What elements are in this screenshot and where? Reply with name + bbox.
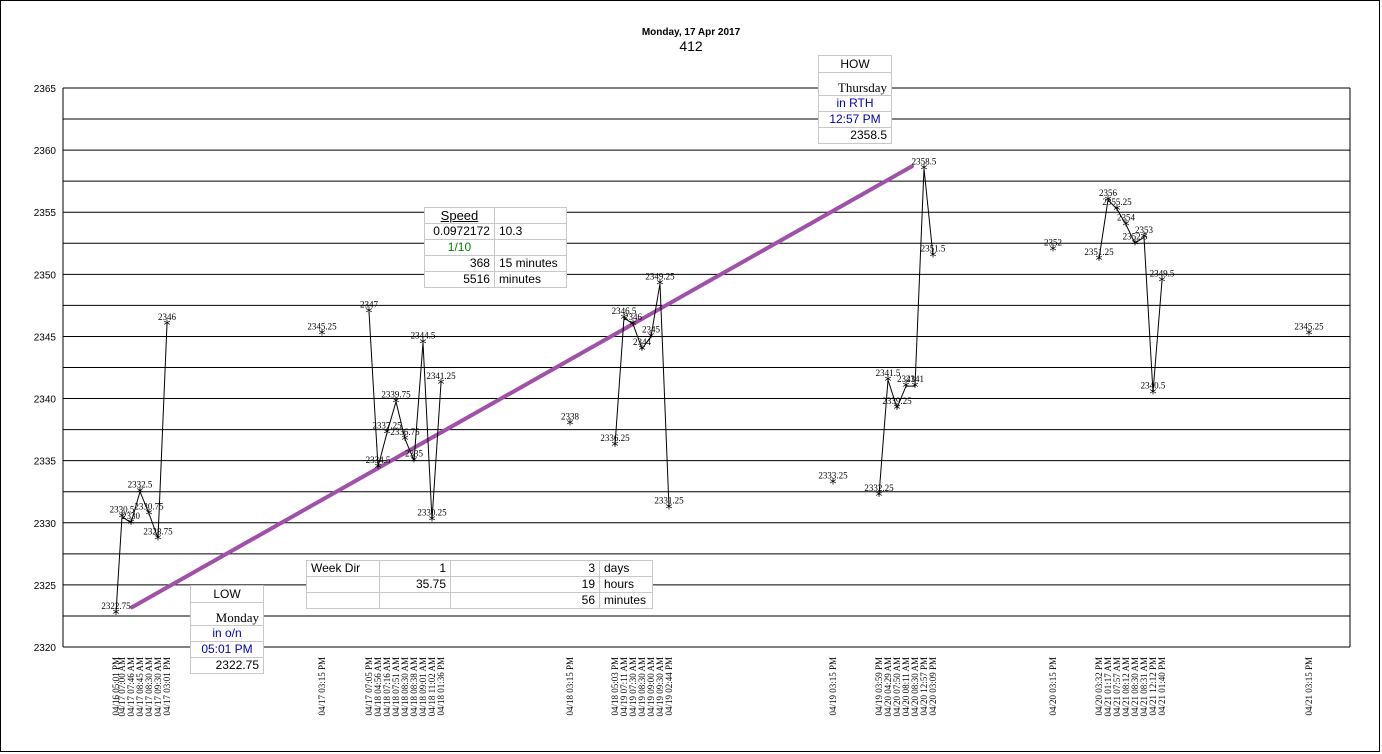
data-label: 2340.5 (1141, 380, 1166, 390)
data-label: 2336.75 (390, 427, 420, 437)
speed-15min-label: 15 minutes (493, 255, 568, 272)
week-minutes-value: 56 (450, 592, 600, 609)
data-label: 2351.5 (921, 244, 946, 254)
data-label: 2358.5 (912, 157, 937, 167)
speed-15min-count: 368 (424, 255, 495, 272)
speed-box: Speed 0.0972172 10.3 1/10 368 15 minutes… (424, 207, 568, 288)
data-label: 2328.75 (143, 526, 173, 536)
y-tick-label: 2360 (34, 146, 57, 157)
speed-title: Speed (424, 207, 495, 224)
week-days-label: days (599, 560, 653, 577)
x-tick-label: 04/21 03:15 PM (1304, 657, 1314, 716)
data-label: 2336.25 (600, 433, 630, 443)
speed-minutes-label: minutes (493, 271, 568, 288)
week-days-value: 3 (450, 560, 600, 577)
high-day: Thursday (818, 72, 892, 96)
x-tick-label: 04/20 03:15 PM (1048, 657, 1058, 716)
data-label: 2331.25 (654, 495, 684, 505)
week-minutes-label: minutes (599, 592, 653, 609)
data-label: 2349.5 (1150, 269, 1175, 279)
series-line (368, 311, 442, 520)
data-label: 2341.25 (426, 371, 456, 381)
x-tick-label: 04/19 03:15 PM (828, 657, 838, 716)
week-hours-label: hours (599, 576, 653, 593)
high-label: HOW (818, 55, 892, 73)
low-time: 05:01 PM (190, 641, 264, 658)
data-label: 2352 (1044, 237, 1062, 247)
data-label: 2333.25 (818, 470, 848, 480)
data-label: 2330.25 (417, 508, 447, 518)
data-label: 2322.75 (101, 601, 131, 611)
x-tick-label: 04/17 03:15 PM (317, 657, 327, 716)
y-tick-label: 2330 (34, 519, 57, 530)
series-line (878, 168, 934, 495)
speed-minutes-count: 5516 (424, 271, 495, 288)
y-tick-label: 2325 (34, 581, 57, 592)
high-time: 12:57 PM (818, 111, 892, 128)
week-range-value: 35.75 (379, 576, 451, 593)
data-label: 2335 (405, 449, 424, 459)
data-label: 2334.5 (366, 455, 391, 465)
week-dir-label: Week Dir (306, 560, 380, 577)
data-label: 2351.25 (1084, 247, 1114, 257)
y-tick-label: 2320 (34, 643, 57, 654)
data-label: 2339.75 (381, 390, 411, 400)
data-label: 2341 (906, 374, 924, 384)
high-price: 2358.5 (818, 127, 892, 144)
y-tick-label: 2355 (34, 208, 57, 219)
week-dir-value: 1 (379, 560, 451, 577)
data-label: 2344.5 (411, 331, 436, 341)
data-label: 2354 (1117, 213, 1136, 223)
y-tick-label: 2335 (34, 457, 57, 468)
data-label: 2345 (642, 324, 661, 334)
data-label: 2332.5 (128, 480, 153, 490)
x-tick-label: 04/18 01:36 PM (436, 657, 446, 716)
week-hours-value: 19 (450, 576, 600, 593)
low-price: 2322.75 (190, 657, 264, 674)
chart-title: Monday, 17 Apr 2017 (641, 27, 741, 38)
x-tick-label: 04/17 03:01 PM (162, 657, 172, 716)
data-label: 2332.25 (864, 483, 894, 493)
y-tick-label: 2350 (34, 270, 57, 281)
y-tick-label: 2340 (34, 395, 57, 406)
low-label: LOW (190, 585, 264, 603)
data-label: 2353 (1135, 225, 1154, 235)
x-tick-label: 04/19 02:44 PM (664, 657, 674, 716)
data-label: 2330.75 (134, 501, 164, 511)
chart-subtitle: 412 (679, 38, 703, 54)
data-label: 2345.25 (1294, 321, 1324, 331)
data-label: 2346 (158, 312, 177, 322)
speed-value: 0.0972172 (424, 223, 495, 240)
high-session: in RTH (818, 95, 892, 112)
x-tick-label: 04/21 01:40 PM (1157, 657, 1167, 716)
y-tick-label: 2345 (34, 332, 57, 343)
week-dir-box: Week Dir 1 3 days 35.75 19 hours 56 minu… (306, 560, 653, 609)
x-tick-label: 04/18 03:15 PM (565, 657, 575, 716)
speed-value-2: 10.3 (493, 223, 568, 240)
data-label: 2339.25 (882, 396, 912, 406)
low-session: in o/n (190, 625, 264, 642)
data-label: 2330 (122, 511, 141, 521)
low-box: LOW Monday in o/n 05:01 PM 2322.75 (190, 585, 264, 674)
data-label: 2346 (624, 312, 643, 322)
data-label: 2338 (561, 411, 580, 421)
data-label: 2349.25 (645, 272, 675, 282)
high-box: HOW Thursday in RTH 12:57 PM 2358.5 (818, 55, 892, 144)
x-tick-label: 04/20 03:09 PM (928, 657, 938, 716)
low-day: Monday (190, 602, 264, 626)
speed-ratio: 1/10 (424, 239, 495, 256)
data-label: 2355.25 (1102, 197, 1132, 207)
data-label: 2345.25 (307, 321, 337, 331)
data-label: 2347 (360, 300, 379, 310)
y-tick-label: 2365 (34, 84, 57, 95)
